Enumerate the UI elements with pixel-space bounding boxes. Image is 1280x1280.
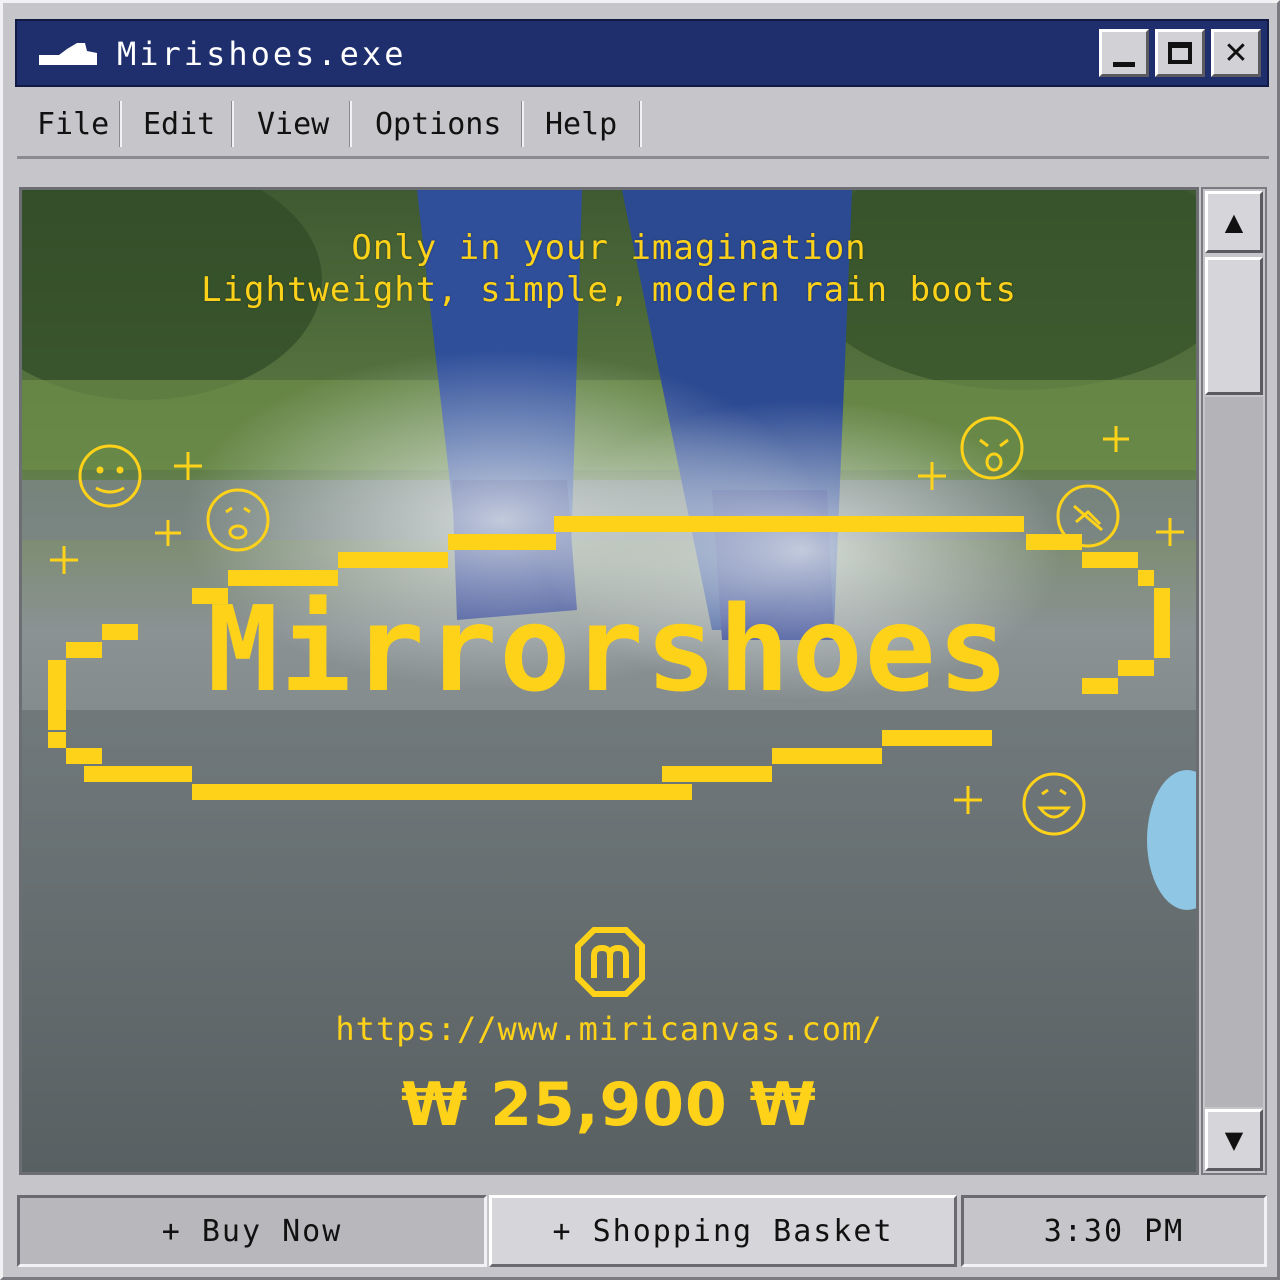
brand-title: Mirrorshoes: [207, 580, 1011, 718]
tagline-line-2: Lightweight, simple, modern rain boots: [201, 270, 1017, 310]
website-link[interactable]: https://www.miricanvas.com/: [22, 1010, 1196, 1048]
menu-separator: [119, 101, 122, 147]
minimize-button[interactable]: [1099, 29, 1149, 77]
menu-view[interactable]: View: [257, 103, 329, 147]
vertical-scrollbar[interactable]: ▲ ▼: [1201, 187, 1267, 1175]
menu-file[interactable]: File: [37, 103, 109, 147]
title-bar[interactable]: Mirishoes.exe ✕: [15, 19, 1269, 87]
tagline-line-1: Only in your imagination: [351, 228, 867, 268]
menu-edit[interactable]: Edit: [143, 103, 215, 147]
menu-separator: [521, 101, 524, 147]
scroll-thumb[interactable]: [1205, 257, 1263, 395]
window-title: Mirishoes.exe: [117, 35, 407, 73]
close-button[interactable]: ✕: [1211, 29, 1261, 77]
scroll-down-button[interactable]: ▼: [1205, 1109, 1263, 1171]
bottom-bar: + Buy Now + Shopping Basket 3:30 PM: [17, 1195, 1269, 1269]
maximize-button[interactable]: [1155, 29, 1205, 77]
menu-separator: [231, 101, 234, 147]
shopping-basket-button[interactable]: + Shopping Basket: [489, 1195, 957, 1267]
m-logo-icon[interactable]: [574, 926, 646, 998]
minimize-icon: [1113, 61, 1135, 67]
app-window: Mirishoes.exe ✕ File Edit View Options H…: [0, 0, 1280, 1280]
menu-help[interactable]: Help: [545, 103, 617, 147]
buy-now-button[interactable]: + Buy Now: [17, 1195, 487, 1267]
menu-separator: [349, 101, 352, 147]
shoe-icon: [39, 43, 97, 65]
arrow-down-icon: ▼: [1224, 1126, 1244, 1154]
clock-display: 3:30 PM: [961, 1195, 1267, 1267]
price-tag: ₩ 25,900 ₩: [401, 1070, 817, 1140]
menu-options[interactable]: Options: [375, 103, 501, 147]
scroll-up-button[interactable]: ▲: [1205, 191, 1263, 253]
maximize-icon: [1168, 42, 1192, 64]
scroll-track[interactable]: [1205, 397, 1263, 1107]
close-icon: ✕: [1223, 35, 1249, 71]
menu-separator: [639, 101, 642, 147]
content-viewport[interactable]: Only in your imagination Lightweight, si…: [19, 187, 1199, 1175]
arrow-up-icon: ▲: [1224, 208, 1244, 236]
menu-bar: File Edit View Options Help: [17, 95, 1269, 159]
